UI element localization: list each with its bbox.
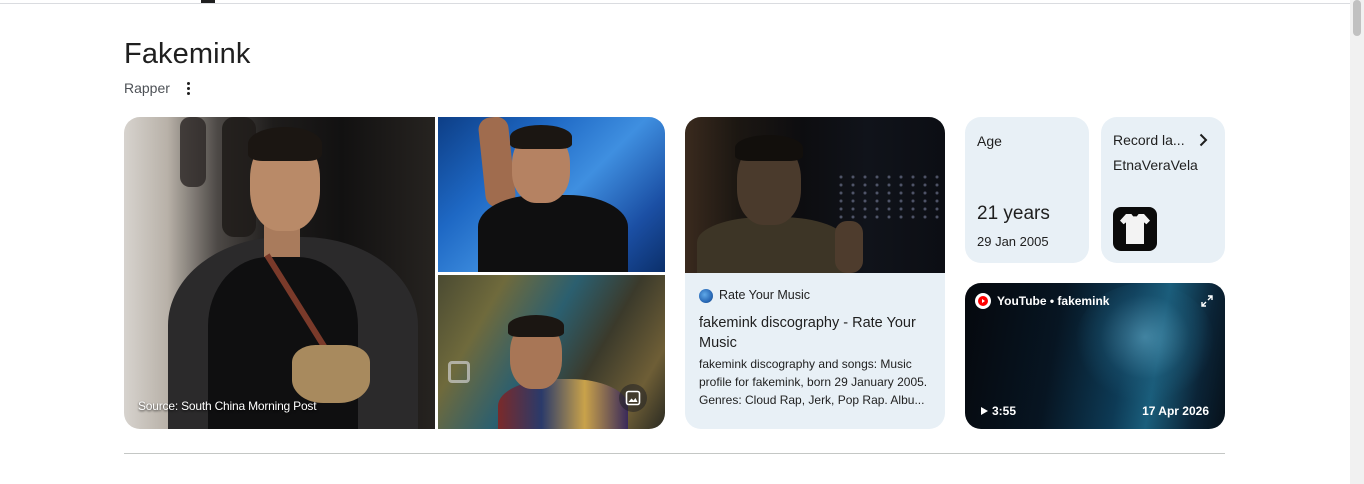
chevron-right-icon[interactable] (1195, 132, 1211, 148)
more-vert-icon[interactable] (180, 79, 196, 97)
page-scrollbar[interactable] (1350, 0, 1364, 484)
record-label-value: EtnaVeraVela (1113, 157, 1198, 173)
age-value: 21 years (977, 203, 1050, 224)
youtube-video-card[interactable]: YouTube • fakemink 3:55 17 Apr 2026 (965, 283, 1225, 429)
main-photo[interactable]: Source: South China Morning Post (124, 117, 435, 429)
active-tab-indicator (201, 0, 215, 3)
age-label: Age (977, 133, 1002, 149)
record-label-thumbnail (1113, 207, 1157, 251)
image-source-caption: Source: South China Morning Post (138, 399, 317, 413)
youtube-source: YouTube • fakemink (997, 294, 1110, 308)
entity-title: Fakemink (124, 38, 251, 70)
video-duration-text: 3:55 (992, 404, 1017, 418)
section-divider (124, 453, 1225, 454)
scrollbar-thumb[interactable] (1353, 0, 1361, 36)
video-duration: 3:55 (981, 404, 1016, 418)
record-label-label: Record la... (1113, 132, 1185, 148)
rym-result-card[interactable]: Rate Your Music fakemink discography - R… (685, 117, 945, 429)
record-label-card[interactable]: Record la... EtnaVeraVela (1101, 117, 1225, 263)
age-fact-card[interactable]: Age 21 years 29 Jan 2005 (965, 117, 1089, 263)
photo-concert[interactable] (438, 117, 665, 272)
expand-icon[interactable] (1201, 295, 1213, 307)
rym-video-thumbnail (685, 117, 945, 273)
top-divider (0, 3, 1352, 4)
rym-result-snippet: fakemink discography and songs: Music pr… (699, 357, 928, 407)
rym-favicon-icon (699, 289, 713, 303)
rym-source-name: Rate Your Music (719, 288, 811, 302)
youtube-icon (975, 293, 991, 309)
photo-portrait[interactable] (438, 275, 665, 429)
play-icon (981, 407, 988, 415)
video-date: 17 Apr 2026 (1142, 404, 1209, 418)
rym-result-title[interactable]: fakemink discography - Rate Your Music (699, 313, 935, 353)
image-collage: Source: South China Morning Post (124, 117, 665, 429)
entity-subtitle: Rapper (124, 80, 170, 96)
image-search-icon[interactable] (619, 384, 647, 412)
birth-date: 29 Jan 2005 (977, 234, 1049, 249)
